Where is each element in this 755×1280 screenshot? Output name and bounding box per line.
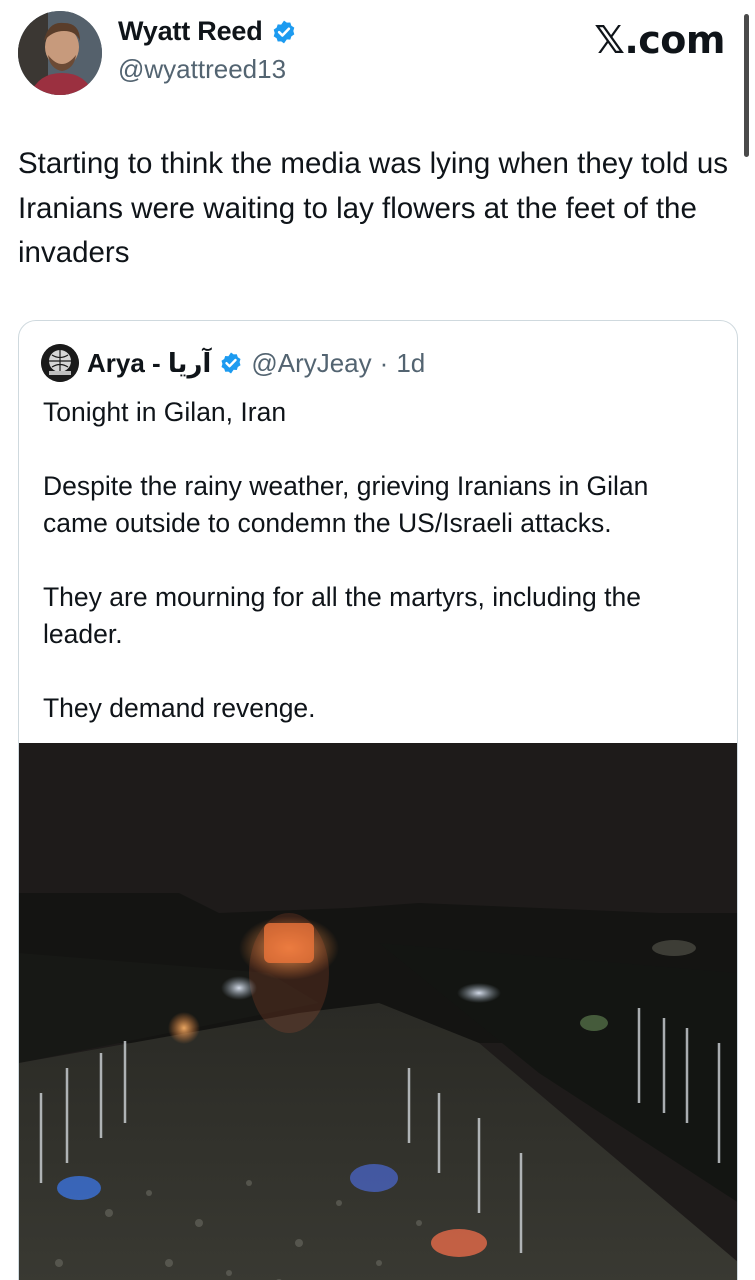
night-crowd-photo[interactable] (19, 743, 737, 1280)
quoted-paragraph: Despite the rainy weather, grieving Iran… (43, 471, 649, 538)
quoted-tweet-header: Arya - آریا @AryJeay · 1d (41, 344, 425, 382)
quoted-author-avatar[interactable] (41, 344, 79, 382)
tweet-screenshot: Wyatt Reed @wyattreed13 𝕏.com Starting t… (0, 0, 755, 1280)
quoted-author-name[interactable]: Arya - آریا (87, 348, 211, 379)
author-avatar[interactable] (18, 11, 102, 95)
x-logo: 𝕏.com (594, 18, 725, 62)
author-name[interactable]: Wyatt Reed (118, 16, 263, 47)
quoted-tweet[interactable]: Arya - آریا @AryJeay · 1d Tonight in Gil… (18, 320, 738, 1280)
separator-dot: · (379, 347, 389, 378)
verified-badge-icon (271, 19, 297, 45)
quoted-tweet-text: Tonight in Gilan, Iran Despite the rainy… (43, 394, 718, 764)
quoted-paragraph: Tonight in Gilan, Iran (43, 397, 287, 427)
author-name-row[interactable]: Wyatt Reed (118, 16, 297, 47)
author-handle[interactable]: @wyattreed13 (118, 54, 286, 85)
quoted-author-handle[interactable]: @AryJeay (251, 348, 371, 379)
quoted-paragraph: They are mourning for all the martyrs, i… (43, 582, 641, 649)
verified-badge-icon (219, 351, 243, 375)
scrollbar[interactable] (744, 14, 749, 157)
quoted-timestamp[interactable]: 1d (396, 348, 425, 379)
tweet-text: Starting to think the media was lying wh… (18, 147, 729, 269)
quoted-paragraph: They demand revenge. (43, 693, 316, 723)
